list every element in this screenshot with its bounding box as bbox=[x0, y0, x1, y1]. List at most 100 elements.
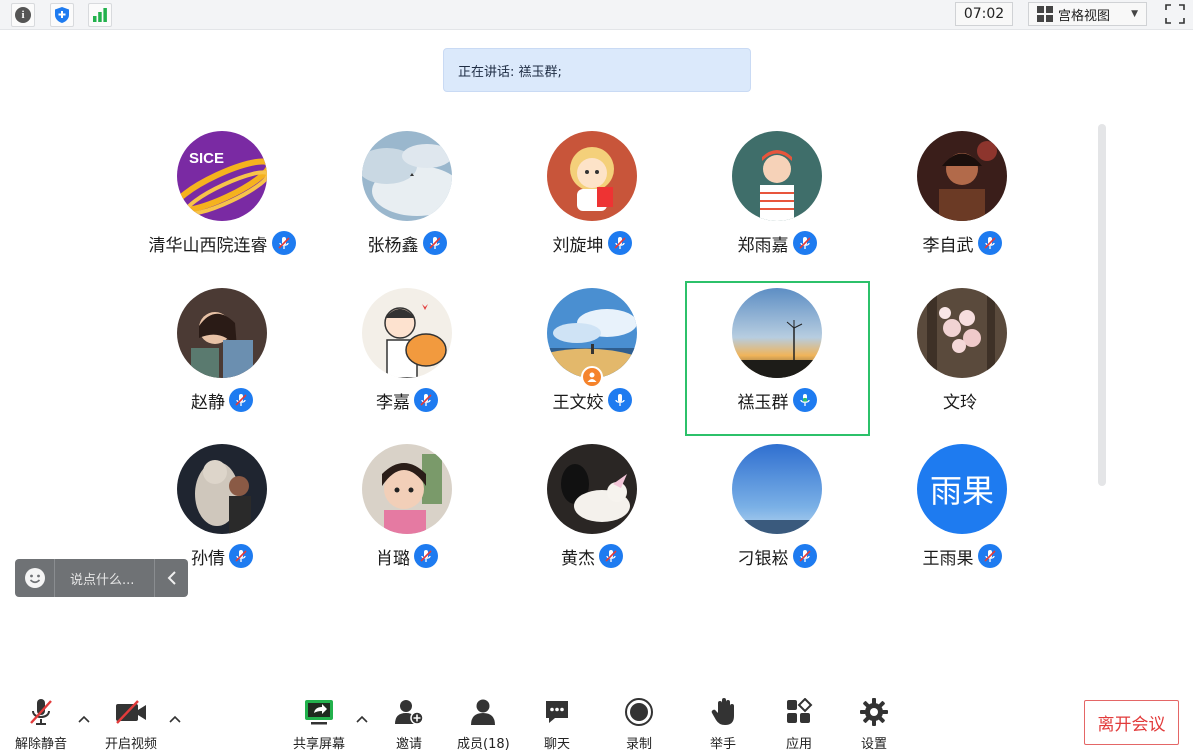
participant-tile[interactable]: 雨果 王雨果 bbox=[870, 444, 1054, 594]
avatar bbox=[177, 444, 267, 534]
chat-label: 聊天 bbox=[543, 737, 570, 752]
participant-tile[interactable]: 赵静 bbox=[130, 288, 314, 438]
participant-tile-active[interactable]: 禚玉群 bbox=[685, 288, 869, 438]
raise-hand-button[interactable]: 举手 bbox=[706, 696, 740, 752]
mic-speaking-icon[interactable] bbox=[792, 388, 817, 412]
hand-icon bbox=[711, 698, 734, 725]
shield-icon bbox=[55, 7, 69, 23]
settings-label: 设置 bbox=[860, 737, 887, 752]
fullscreen-button[interactable] bbox=[1163, 2, 1187, 26]
participant-name: 王雨果 bbox=[922, 548, 974, 569]
mic-muted-icon[interactable] bbox=[792, 544, 817, 568]
gear-icon bbox=[860, 698, 888, 726]
participant-tile[interactable]: 李自武 bbox=[870, 131, 1054, 281]
collapse-chat-button[interactable] bbox=[154, 559, 188, 597]
mic-muted-icon[interactable] bbox=[792, 231, 817, 255]
record-button[interactable]: 录制 bbox=[622, 696, 656, 752]
apps-button[interactable]: 应用 bbox=[782, 696, 816, 752]
mic-muted-icon[interactable] bbox=[607, 231, 632, 255]
participant-tile[interactable]: 刘旋坤 bbox=[500, 131, 684, 281]
mic-muted-icon[interactable] bbox=[414, 388, 438, 412]
grid-scrollbar[interactable] bbox=[1098, 124, 1106, 486]
chat-button[interactable]: 聊天 bbox=[540, 696, 574, 752]
participant-tile[interactable]: 黄杰 bbox=[500, 444, 684, 594]
chevron-left-icon bbox=[167, 571, 176, 585]
participant-tile[interactable]: 王文姣 bbox=[500, 288, 684, 438]
mic-muted-icon[interactable] bbox=[229, 544, 253, 568]
video-options-caret-icon[interactable] bbox=[168, 714, 182, 724]
signal-icon bbox=[93, 8, 107, 22]
leave-meeting-button[interactable]: 离开会议 bbox=[1084, 700, 1179, 745]
participant-tile[interactable]: SICE 清华山西院连睿 bbox=[130, 131, 314, 281]
emoji-button[interactable] bbox=[15, 559, 55, 597]
view-mode-dropdown[interactable]: 宫格视图 ▼ bbox=[1028, 2, 1147, 26]
security-button[interactable] bbox=[50, 3, 74, 27]
participant-name: 黄杰 bbox=[561, 548, 595, 569]
participant-tile[interactable]: 文玲 bbox=[870, 288, 1054, 438]
avatar-initials: 雨果 bbox=[917, 444, 1007, 534]
host-badge-icon bbox=[581, 366, 603, 388]
participant-tile[interactable]: 刁银崧 bbox=[685, 444, 869, 594]
participant-tile[interactable]: 郑雨嘉 bbox=[685, 131, 869, 281]
share-screen-button[interactable]: 共享屏幕 bbox=[293, 696, 345, 752]
mic-on-icon[interactable] bbox=[607, 388, 632, 412]
meeting-info-button[interactable]: i bbox=[11, 3, 35, 27]
participant-tile[interactable]: 肖璐 bbox=[315, 444, 499, 594]
participant-name: 清华山西院连睿 bbox=[148, 235, 268, 256]
participant-name: 肖璐 bbox=[376, 548, 410, 569]
avatar-logo-text: SICE bbox=[189, 150, 224, 167]
mic-muted-icon[interactable] bbox=[422, 231, 447, 255]
mic-muted-icon[interactable] bbox=[229, 388, 253, 412]
fullscreen-icon bbox=[1165, 4, 1185, 24]
mic-muted-icon bbox=[30, 699, 52, 725]
start-video-button[interactable]: 开启视频 bbox=[105, 696, 157, 752]
video-off-icon bbox=[116, 700, 146, 724]
avatar bbox=[362, 444, 452, 534]
add-user-icon bbox=[395, 700, 424, 725]
mic-muted-icon[interactable] bbox=[977, 231, 1002, 255]
participant-name: 禚玉群 bbox=[737, 392, 789, 413]
participant-name: 李嘉 bbox=[376, 392, 410, 413]
mic-muted-icon[interactable] bbox=[599, 544, 623, 568]
members-label: 成员(18) bbox=[457, 737, 510, 752]
audio-options-caret-icon[interactable] bbox=[77, 714, 91, 724]
info-icon: i bbox=[15, 7, 31, 23]
avatar bbox=[732, 444, 822, 534]
smile-icon bbox=[24, 568, 45, 588]
participant-name: 刁银崧 bbox=[737, 548, 789, 569]
avatar bbox=[362, 288, 452, 378]
participant-tile[interactable]: 李嘉 bbox=[315, 288, 499, 438]
avatar bbox=[547, 444, 637, 534]
participant-name: 王文姣 bbox=[552, 392, 604, 413]
record-label: 录制 bbox=[625, 737, 652, 752]
network-status-button[interactable] bbox=[88, 3, 112, 27]
share-options-caret-icon[interactable] bbox=[355, 714, 369, 724]
avatar bbox=[917, 288, 1007, 378]
mic-muted-icon[interactable] bbox=[977, 544, 1002, 568]
participant-name: 文玲 bbox=[943, 392, 977, 413]
share-screen-label: 共享屏幕 bbox=[293, 737, 346, 752]
avatar bbox=[547, 288, 637, 378]
participant-name: 刘旋坤 bbox=[552, 235, 604, 256]
mic-muted-icon[interactable] bbox=[271, 231, 296, 255]
settings-button[interactable]: 设置 bbox=[857, 696, 891, 752]
avatar-initials-text: 雨果 bbox=[929, 472, 994, 510]
speaking-indicator: 正在讲话: 禚玉群; bbox=[443, 48, 751, 92]
chat-input[interactable]: 说点什么... bbox=[55, 569, 154, 588]
view-mode-label: 宫格视图 bbox=[1058, 8, 1111, 24]
participant-name: 李自武 bbox=[922, 235, 974, 256]
participant-tile[interactable]: 张杨鑫 bbox=[315, 131, 499, 281]
quick-chat-bar[interactable]: 说点什么... bbox=[15, 559, 188, 597]
members-button[interactable]: 成员(18) bbox=[457, 696, 510, 752]
avatar bbox=[547, 131, 637, 221]
mic-muted-icon[interactable] bbox=[414, 544, 438, 568]
avatar: SICE bbox=[177, 131, 267, 221]
participant-name: 张杨鑫 bbox=[367, 235, 419, 256]
record-icon bbox=[625, 698, 653, 726]
apps-label: 应用 bbox=[785, 737, 812, 752]
avatar bbox=[732, 131, 822, 221]
invite-button[interactable]: 邀请 bbox=[392, 696, 426, 752]
participant-name: 赵静 bbox=[191, 392, 225, 413]
unmute-button[interactable]: 解除静音 bbox=[15, 696, 67, 752]
grid-view-icon bbox=[1037, 6, 1053, 22]
